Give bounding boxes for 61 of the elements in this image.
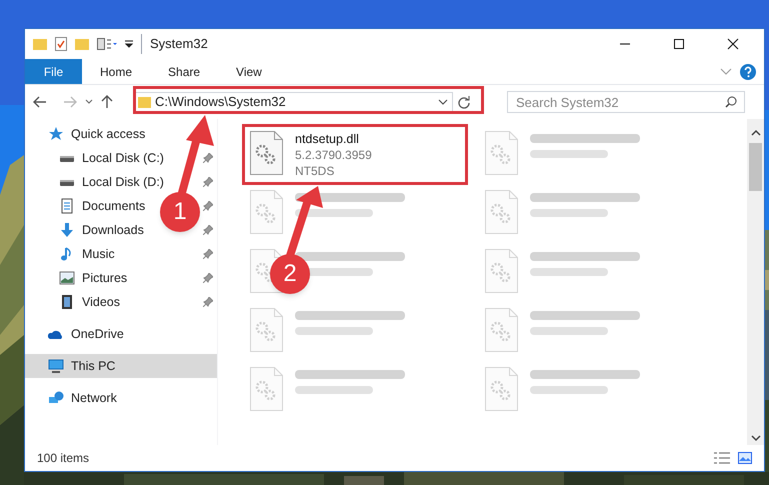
picture-icon bbox=[59, 270, 75, 286]
pin-icon[interactable] bbox=[203, 297, 213, 307]
ribbon-tab[interactable]: Home bbox=[82, 58, 150, 84]
pin-icon[interactable] bbox=[203, 249, 213, 259]
sidebar-item[interactable]: Pictures bbox=[25, 266, 132, 290]
details-view-icon[interactable] bbox=[714, 452, 730, 464]
scroll-down-icon[interactable] bbox=[750, 434, 760, 442]
document-icon bbox=[59, 198, 75, 214]
pin-icon[interactable] bbox=[203, 225, 213, 235]
scroll-up-icon[interactable] bbox=[750, 129, 760, 137]
pin-icon[interactable] bbox=[203, 201, 213, 211]
status-text: 100 items bbox=[37, 450, 90, 467]
sidebar-item[interactable]: Videos bbox=[25, 290, 124, 314]
refresh-icon[interactable] bbox=[457, 95, 471, 109]
film-icon bbox=[59, 294, 75, 310]
file-name: ntdsetup.dll bbox=[295, 131, 360, 147]
back-arrow-icon[interactable] bbox=[33, 96, 47, 108]
checkmark-icon[interactable] bbox=[55, 37, 67, 51]
pin-icon[interactable] bbox=[203, 177, 213, 187]
pin-icon[interactable] bbox=[203, 153, 213, 163]
monitor-icon bbox=[48, 358, 64, 374]
file-gears-icon bbox=[250, 131, 283, 175]
blurred-file-icon bbox=[485, 131, 518, 175]
large-icons-view-icon[interactable] bbox=[738, 452, 752, 464]
chevron-icon[interactable] bbox=[85, 99, 93, 105]
sidebar-item[interactable]: Network bbox=[25, 386, 121, 410]
properties-icon[interactable] bbox=[97, 38, 117, 50]
window-title: System32 bbox=[141, 34, 208, 54]
file-menu-button[interactable]: File bbox=[25, 59, 82, 84]
scrollbar-thumb[interactable] bbox=[749, 143, 762, 191]
dropdown-icon[interactable] bbox=[125, 40, 133, 48]
sidebar-item[interactable]: Downloads bbox=[25, 218, 148, 242]
file-detail: NT5DS bbox=[295, 163, 336, 179]
up-arrow-icon[interactable] bbox=[101, 95, 113, 109]
download-arrow-icon bbox=[59, 222, 75, 238]
sidebar-item[interactable]: Documents bbox=[25, 194, 150, 218]
star-icon bbox=[48, 126, 64, 142]
sidebar-item[interactable]: Local Disk (D:) bbox=[25, 170, 168, 194]
ribbon-tab[interactable]: Share bbox=[150, 58, 218, 84]
sidebar-item[interactable]: OneDrive bbox=[25, 322, 128, 346]
blurred-file-icon bbox=[485, 308, 518, 352]
ribbon-tab[interactable]: View bbox=[218, 58, 280, 84]
blurred-file-icon bbox=[485, 190, 518, 234]
address-bar[interactable]: C:\Windows\System32 bbox=[133, 92, 453, 112]
file-detail: 5.2.3790.3959 bbox=[295, 147, 372, 163]
blurred-file-icon bbox=[250, 190, 283, 234]
blurred-file-icon bbox=[485, 249, 518, 293]
network-icon bbox=[48, 390, 64, 406]
blurred-file-icon bbox=[250, 367, 283, 411]
file-item[interactable]: ntdsetup.dll 5.2.3790.3959 NT5DS bbox=[246, 128, 462, 181]
sidebar-item[interactable]: Music bbox=[25, 242, 119, 266]
chevron-icon[interactable] bbox=[438, 99, 448, 105]
blurred-file-icon bbox=[250, 308, 283, 352]
sidebar-item[interactable]: This PC bbox=[25, 354, 217, 378]
sidebar-item[interactable]: Quick access bbox=[25, 122, 150, 146]
folder-icon bbox=[138, 96, 151, 108]
sidebar-item[interactable]: Local Disk (C:) bbox=[25, 146, 168, 170]
help-icon[interactable] bbox=[740, 64, 756, 80]
blurred-file-icon bbox=[485, 367, 518, 411]
scrollbar[interactable] bbox=[747, 119, 764, 445]
pin-icon[interactable] bbox=[203, 273, 213, 283]
